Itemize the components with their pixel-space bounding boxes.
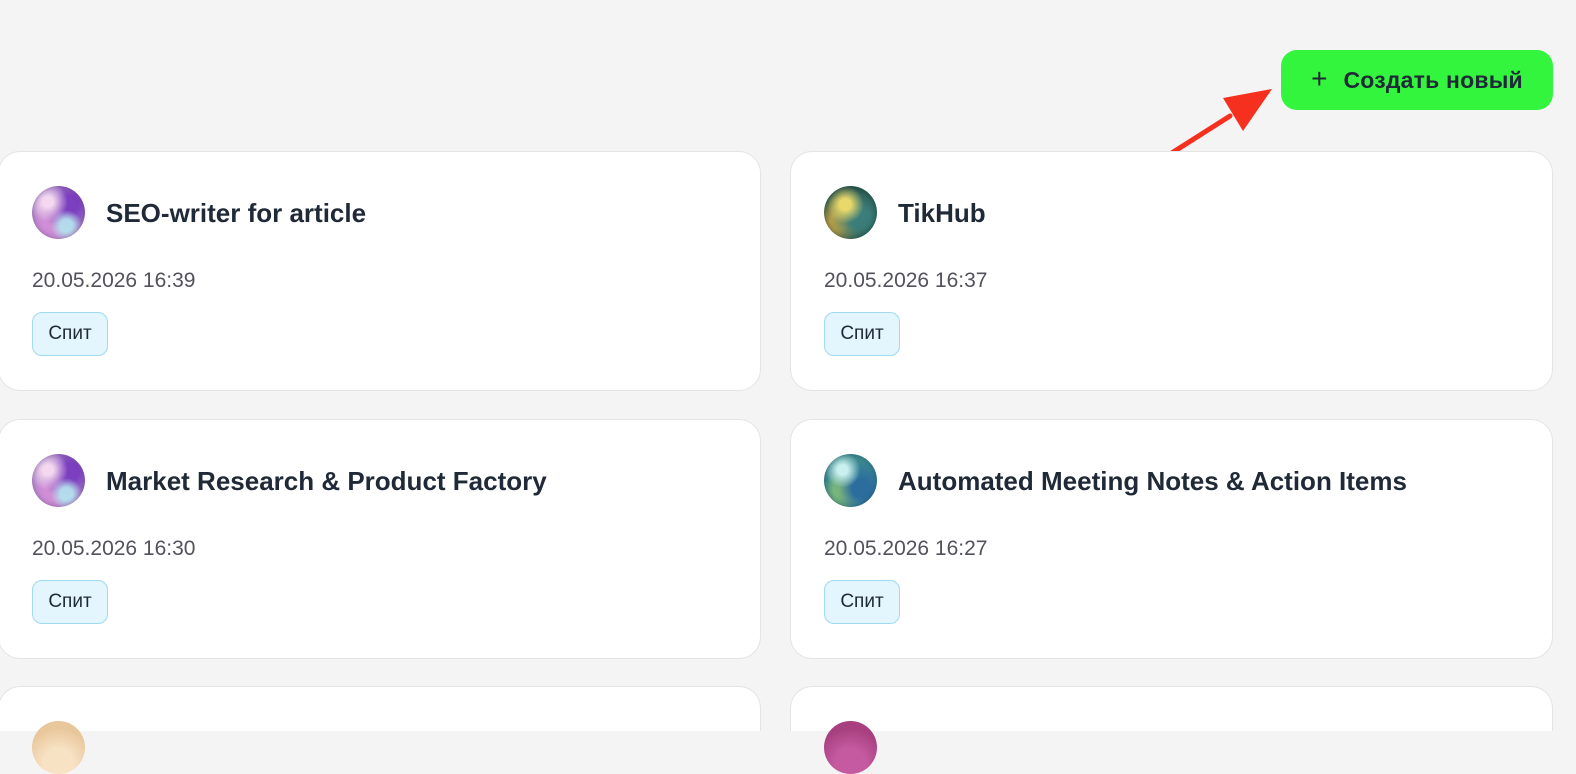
status-badge: Спит [824,312,900,356]
agent-card[interactable]: SEO-writer for article 20.05.2026 16:39 … [0,151,761,391]
agent-card[interactable] [0,686,761,774]
avatar [824,454,877,507]
avatar [824,721,877,774]
create-new-label: Создать новый [1343,66,1523,93]
status-badge: Спит [32,312,108,356]
card-date: 20.05.2026 16:39 [32,269,196,292]
agent-card[interactable]: Automated Meeting Notes & Action Items 2… [790,419,1553,659]
status-badge: Спит [824,580,900,624]
agent-card[interactable]: TikHub 20.05.2026 16:37 Спит [790,151,1553,391]
avatar [32,721,85,774]
status-badge: Спит [32,580,108,624]
card-date: 20.05.2026 16:37 [824,269,988,292]
avatar [32,186,85,239]
card-title: Market Research & Product Factory [106,466,547,496]
card-date: 20.05.2026 16:27 [824,537,988,560]
card-title: Automated Meeting Notes & Action Items [898,466,1407,496]
card-date: 20.05.2026 16:30 [32,537,196,560]
agent-card[interactable] [790,686,1553,774]
card-title: TikHub [898,198,986,228]
card-title: SEO-writer for article [106,198,367,228]
create-new-button[interactable]: + Создать новый [1281,50,1553,110]
plus-icon: + [1311,63,1328,94]
agent-card[interactable]: Market Research & Product Factory 20.05.… [0,419,761,659]
avatar [824,186,877,239]
avatar [32,454,85,507]
